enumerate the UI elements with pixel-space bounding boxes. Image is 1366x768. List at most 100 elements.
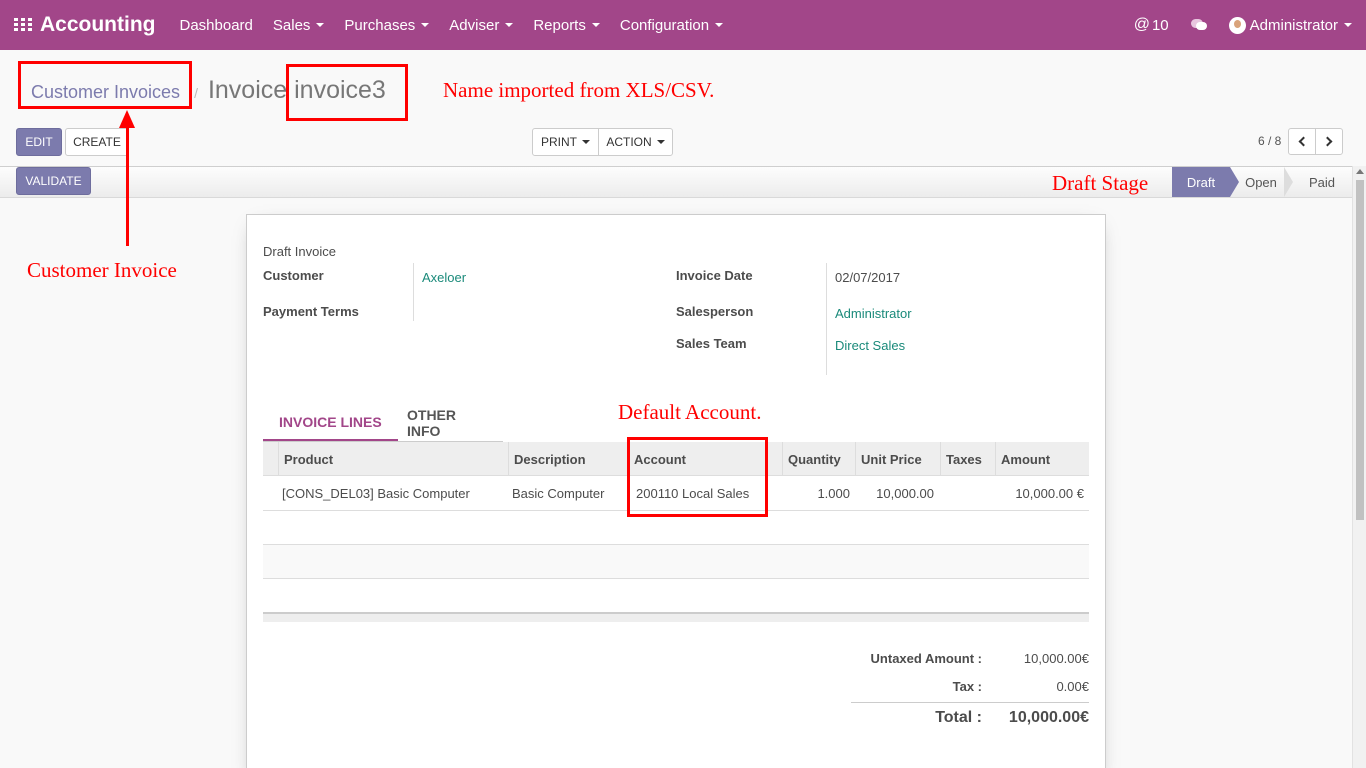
menu-label: Adviser — [449, 16, 500, 34]
invoice-date-field[interactable]: 02/07/2017 — [835, 270, 900, 285]
action-label: ACTION — [606, 135, 652, 149]
invoice-totals: Untaxed Amount : 10,000.00€ Tax : 0.00€ … — [849, 645, 1089, 735]
empty-row — [263, 545, 1089, 579]
customer-label: Customer — [263, 268, 324, 283]
total-value: 10,000.00€ — [1008, 709, 1089, 726]
menu-label: Configuration — [619, 16, 710, 34]
apps-grid-icon[interactable] — [14, 18, 32, 32]
sales-team-field[interactable]: Direct Sales — [835, 338, 905, 353]
column-taxes[interactable]: Taxes — [940, 442, 995, 476]
cell-quantity: 1.000 — [817, 485, 850, 501]
invoice-state-title: Draft Invoice — [263, 244, 336, 259]
stage-open[interactable]: Open — [1230, 167, 1293, 197]
salesperson-label: Salesperson — [676, 304, 754, 319]
column-product[interactable]: Product — [278, 442, 508, 476]
chevron-left-icon — [1298, 136, 1309, 147]
notebook-tabs: INVOICE LINES OTHER INFO — [263, 405, 503, 442]
app-title[interactable]: Accounting — [40, 13, 156, 37]
pager-previous-button[interactable] — [1288, 128, 1316, 155]
annotation-box-account — [627, 437, 768, 517]
caret-down-icon — [505, 23, 514, 27]
table-footer — [263, 612, 1089, 622]
cell-unit-price: 10,000.00 — [876, 485, 934, 501]
caret-down-icon — [1344, 23, 1352, 27]
pager-next-button[interactable] — [1315, 128, 1343, 155]
tab-other-info[interactable]: OTHER INFO — [391, 405, 503, 441]
tab-invoice-lines[interactable]: INVOICE LINES — [263, 405, 398, 441]
cell-product: [CONS_DEL03] Basic Computer — [282, 485, 470, 501]
at-sign-icon: @ — [1133, 16, 1150, 33]
breadcrumb-separator-icon: / — [194, 85, 198, 101]
invoice-date-label: Invoice Date — [676, 268, 753, 283]
menu-adviser[interactable]: Adviser — [439, 17, 523, 34]
empty-row — [263, 579, 1089, 612]
vertical-scrollbar[interactable] — [1352, 166, 1366, 768]
cell-description: Basic Computer — [512, 485, 605, 501]
main-menu: Dashboard Sales Purchases Adviser Report… — [170, 17, 734, 34]
menu-label: Purchases — [344, 16, 416, 34]
menu-reports[interactable]: Reports — [523, 17, 610, 34]
stage-arrow-icon — [1230, 167, 1239, 197]
user-name: Administrator — [1249, 16, 1338, 34]
create-button[interactable]: CREATE — [65, 128, 129, 156]
column-description[interactable]: Description — [508, 442, 628, 476]
chevron-right-icon — [1322, 136, 1333, 147]
scrollbar-thumb[interactable] — [1356, 180, 1364, 520]
sales-team-label: Sales Team — [676, 336, 747, 351]
pager-counter[interactable]: 6 / 8 — [1258, 134, 1281, 148]
cell-amount: 10,000.00 € — [1015, 485, 1084, 501]
tax-value: 0.00€ — [1056, 679, 1089, 694]
mentions-button[interactable]: @ 10 — [1134, 16, 1169, 34]
scroll-up-icon[interactable] — [1356, 169, 1364, 174]
stage-label: Paid — [1308, 174, 1336, 190]
column-unit-price[interactable]: Unit Price — [855, 442, 940, 476]
cell-taxes — [944, 476, 995, 510]
navbar-systray: @ 10 Administrator — [1134, 16, 1352, 34]
caret-down-icon — [591, 23, 600, 27]
stage-draft[interactable]: Draft — [1172, 167, 1239, 197]
payment-terms-label: Payment Terms — [263, 304, 359, 319]
handle-column-header — [263, 442, 278, 476]
mentions-count: 10 — [1151, 16, 1169, 34]
chat-bubbles-icon[interactable] — [1190, 19, 1207, 31]
form-statusbar: VALIDATE Draft Open Paid — [0, 166, 1352, 198]
column-quantity[interactable]: Quantity — [782, 442, 855, 476]
print-button[interactable]: PRINT — [532, 128, 599, 156]
field-divider — [413, 263, 414, 321]
caret-down-icon — [316, 23, 325, 27]
annotation-box-invoice-name — [286, 64, 408, 121]
validate-button[interactable]: VALIDATE — [16, 167, 91, 195]
edit-button[interactable]: EDIT — [16, 128, 62, 156]
top-navbar: Accounting Dashboard Sales Purchases Adv… — [0, 0, 1366, 50]
menu-dashboard[interactable]: Dashboard — [170, 17, 263, 34]
menu-sales[interactable]: Sales — [263, 17, 335, 34]
salesperson-field[interactable]: Administrator — [835, 306, 912, 321]
caret-down-icon — [421, 23, 430, 27]
tax-label: Tax : — [952, 679, 982, 694]
total-label: Total : — [935, 709, 982, 726]
stage-paid[interactable]: Paid — [1292, 167, 1352, 197]
annotation-name-imported: Name imported from XLS/CSV. — [443, 78, 715, 102]
user-avatar[interactable] — [1228, 16, 1246, 34]
column-amount[interactable]: Amount — [995, 442, 1089, 476]
field-divider — [826, 263, 827, 375]
caret-down-icon — [715, 23, 724, 27]
annotation-customer-invoice: Customer Invoice — [27, 258, 177, 282]
menu-purchases[interactable]: Purchases — [334, 17, 439, 34]
caret-down-icon — [656, 140, 665, 144]
status-stages: Draft Open Paid — [1172, 167, 1352, 197]
annotation-box-breadcrumb — [18, 61, 192, 109]
untaxed-amount-label: Untaxed Amount : — [870, 651, 982, 666]
stage-label: Draft — [1186, 174, 1216, 190]
action-button[interactable]: ACTION — [598, 128, 673, 156]
annotation-draft-stage: Draft Stage — [1052, 171, 1149, 195]
menu-label: Dashboard — [179, 16, 253, 34]
user-menu[interactable]: Administrator — [1250, 17, 1352, 34]
annotation-arrow-shaft — [126, 126, 129, 246]
menu-label: Sales — [272, 16, 311, 34]
annotation-default-account: Default Account. — [618, 400, 762, 424]
menu-label: Reports — [533, 16, 586, 34]
print-label: PRINT — [541, 135, 577, 149]
menu-configuration[interactable]: Configuration — [610, 17, 733, 34]
customer-field[interactable]: Axeloer — [422, 270, 466, 285]
